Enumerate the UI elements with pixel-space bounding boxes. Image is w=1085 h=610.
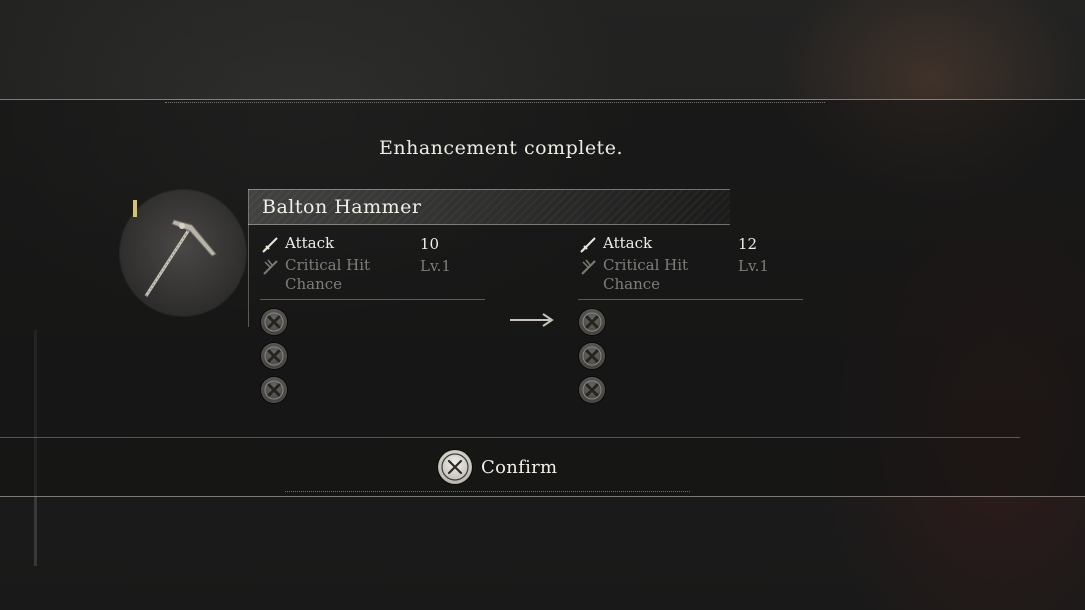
sword-icon [262,237,278,253]
item-name: Balton Hammer [262,196,422,218]
stats-divider [578,299,803,300]
war-hammer-icon [144,219,217,297]
dialog-title: Enhancement complete. [379,137,623,159]
stat-label: Critical Hit Chance [603,256,689,293]
top-dotted-divider [165,102,825,103]
stat-label: Critical Hit Chance [285,256,371,293]
empty-slot-icon [261,309,287,335]
item-portrait [120,190,246,316]
stat-value: Lv.1 [420,257,451,275]
item-name-header: Balton Hammer [248,189,730,225]
bottom-divider [0,496,1085,497]
critical-hit-icon [263,259,278,275]
confirm-label: Confirm [481,456,558,478]
item-divider [248,189,249,327]
rarity-marker [133,200,137,217]
bottom-dotted-divider [285,491,690,492]
empty-slot-icon [261,343,287,369]
stats-after: Attack 12 Critical Hit Chance Lv.1 [578,234,808,405]
stat-row-attack: Attack 10 [260,234,490,255]
stat-row-attack: Attack 12 [578,234,808,255]
cross-button-icon [438,450,472,484]
stat-row-critical-hit: Critical Hit Chance Lv.1 [578,256,808,296]
critical-hit-icon [581,259,596,275]
stat-label: Attack [603,234,653,252]
empty-slot-icon [579,377,605,403]
confirm-button[interactable]: Confirm [438,449,557,485]
stat-value: 12 [738,235,758,253]
empty-slot-icon [579,309,605,335]
sword-icon [580,237,596,253]
stat-value: 10 [420,235,440,253]
stats-divider [260,299,485,300]
footer-top-divider [0,437,1020,438]
stat-label: Attack [285,234,335,252]
stat-value: Lv.1 [738,257,769,275]
empty-slot-icon [261,377,287,403]
stats-before: Attack 10 Critical Hit Chance Lv.1 [260,234,490,405]
empty-slot-icon [579,343,605,369]
top-divider [0,99,1085,100]
stat-row-critical-hit: Critical Hit Chance Lv.1 [260,256,490,296]
right-arrow-icon [510,313,554,327]
